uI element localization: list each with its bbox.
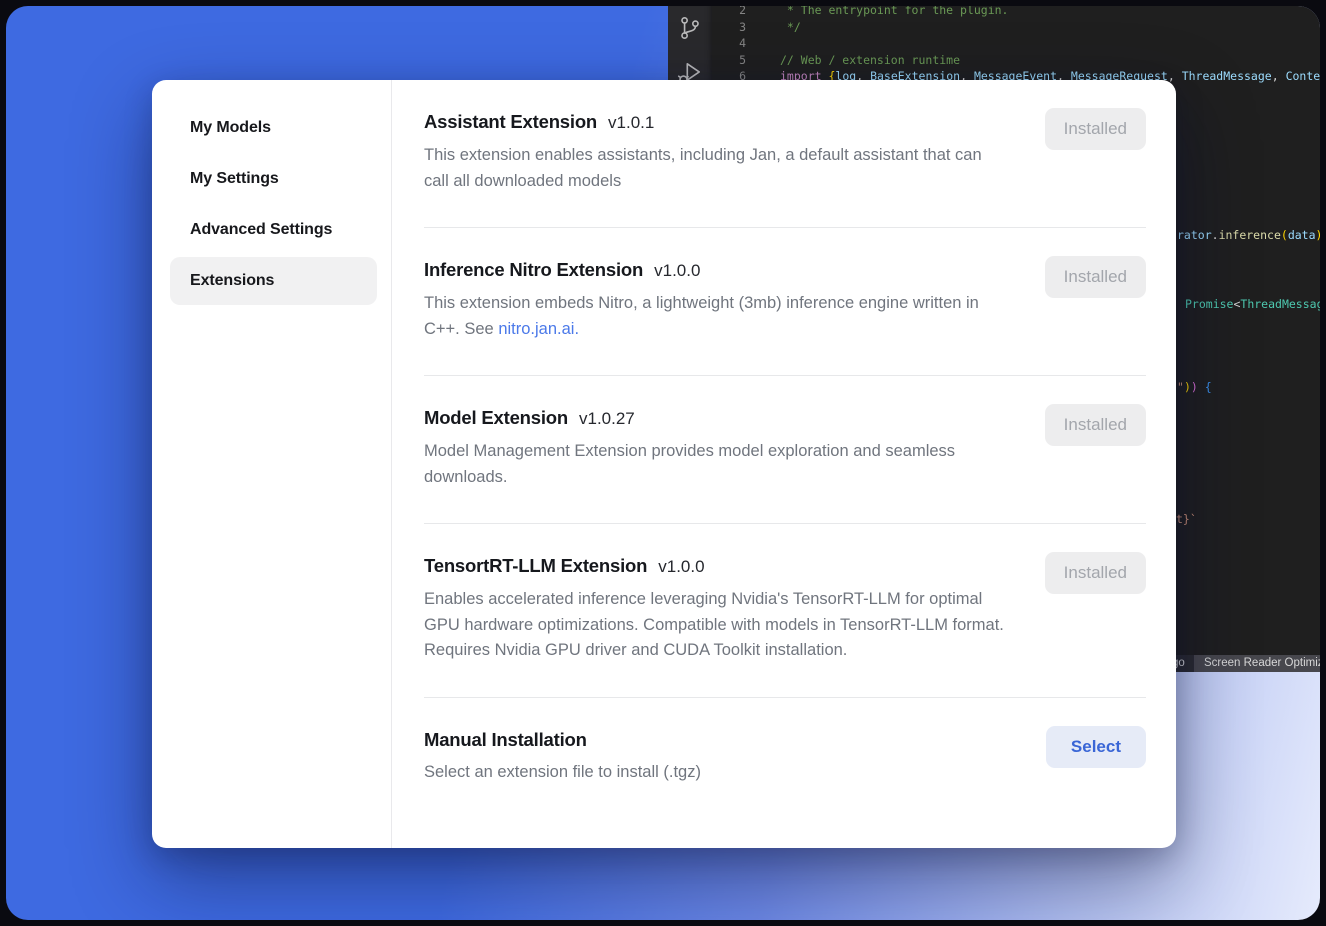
code-area: 2 * The entrypoint for the plugin. 3 */ … bbox=[712, 6, 1320, 85]
line-number: 4 bbox=[712, 35, 746, 52]
extension-title: Model Extension bbox=[424, 406, 568, 429]
sidebar-item-advanced-settings[interactable]: Advanced Settings bbox=[170, 206, 377, 254]
extension-title: Manual Installation bbox=[424, 728, 587, 751]
code-line: 3 */ bbox=[712, 19, 1320, 36]
sidebar-item-my-models[interactable]: My Models bbox=[170, 104, 377, 152]
code-fragment: t}` bbox=[1176, 511, 1197, 527]
code-fragment: ")) { bbox=[1177, 379, 1212, 395]
sidebar-item-my-settings[interactable]: My Settings bbox=[170, 155, 377, 203]
desktop-background: 2 * The entrypoint for the plugin. 3 */ … bbox=[6, 6, 1320, 920]
installed-button[interactable]: Installed bbox=[1045, 256, 1146, 298]
screenshot-scene: 2 * The entrypoint for the plugin. 3 */ … bbox=[0, 0, 1326, 926]
extension-title: Inference Nitro Extension bbox=[424, 258, 643, 281]
extension-version: v1.0.0 bbox=[658, 555, 704, 578]
extension-description: This extension embeds Nitro, a lightweig… bbox=[424, 291, 1004, 342]
code-fragment: Promise<ThreadMessage> bbox=[1185, 296, 1320, 312]
extension-description: Select an extension file to install (.tg… bbox=[424, 760, 1004, 786]
extension-title: TensortRT-LLM Extension bbox=[424, 554, 647, 577]
installed-button[interactable]: Installed bbox=[1045, 404, 1146, 446]
line-number: 3 bbox=[712, 19, 746, 36]
installed-button[interactable]: Installed bbox=[1045, 552, 1146, 594]
extension-description: This extension enables assistants, inclu… bbox=[424, 143, 1004, 194]
sidebar-item-extensions[interactable]: Extensions bbox=[170, 257, 377, 305]
extension-description: Model Management Extension provides mode… bbox=[424, 439, 1004, 490]
extensions-list: Assistant Extension v1.0.1 This extensio… bbox=[392, 80, 1176, 848]
extension-version: v1.0.0 bbox=[654, 259, 700, 282]
nitro-jan-ai-link[interactable]: nitro.jan.ai. bbox=[498, 320, 579, 338]
extension-row: Model Extension v1.0.27 Model Management… bbox=[424, 376, 1146, 524]
extension-row: Manual Installation Select an extension … bbox=[424, 698, 1146, 786]
installed-button[interactable]: Installed bbox=[1045, 108, 1146, 150]
code-line: 4 bbox=[712, 35, 1320, 52]
extension-title: Assistant Extension bbox=[424, 110, 597, 133]
screen-reader-optimized-status[interactable]: Screen Reader Optimized bbox=[1194, 655, 1320, 672]
extension-row: Assistant Extension v1.0.1 This extensio… bbox=[424, 80, 1146, 228]
code-line: 5 // Web / extension runtime bbox=[712, 52, 1320, 69]
code-fragment: rator.inference(data)); bbox=[1177, 227, 1320, 243]
extension-version: v1.0.27 bbox=[579, 407, 635, 430]
code-line: 2 * The entrypoint for the plugin. bbox=[712, 6, 1320, 19]
settings-sidebar: My Models My Settings Advanced Settings … bbox=[152, 80, 392, 848]
settings-card: My Models My Settings Advanced Settings … bbox=[152, 80, 1176, 848]
source-control-icon[interactable] bbox=[677, 15, 703, 41]
line-number: 5 bbox=[712, 52, 746, 69]
line-number: 2 bbox=[712, 6, 746, 19]
extension-row: Inference Nitro Extension v1.0.0 This ex… bbox=[424, 228, 1146, 376]
extension-row: TensortRT-LLM Extension v1.0.0 Enables a… bbox=[424, 524, 1146, 698]
extension-version: v1.0.1 bbox=[608, 111, 654, 134]
select-button[interactable]: Select bbox=[1046, 726, 1146, 768]
extension-description: Enables accelerated inference leveraging… bbox=[424, 587, 1004, 664]
